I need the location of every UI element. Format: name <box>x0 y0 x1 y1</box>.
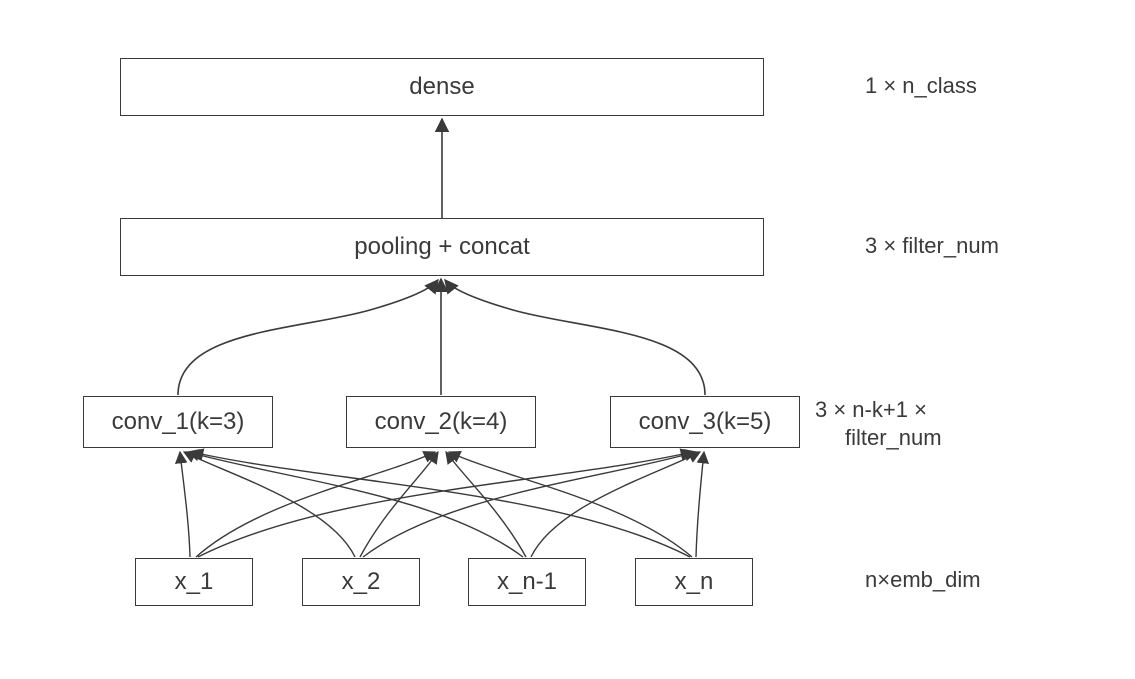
input-x1-label: x_1 <box>175 568 214 596</box>
layer-dense: dense <box>120 58 764 116</box>
annotation-pooling-dim: 3 × filter_num <box>865 232 999 260</box>
input-x2: x_2 <box>302 558 420 606</box>
layer-dense-label: dense <box>409 73 474 101</box>
layer-conv2-label: conv_2(k=4) <box>375 408 508 436</box>
layer-pooling-label: pooling + concat <box>354 233 529 261</box>
annotation-dense-dim: 1 × n_class <box>865 72 977 100</box>
diagram-stage: dense pooling + concat conv_1(k=3) conv_… <box>0 0 1135 679</box>
annotation-conv-dim-l2: filter_num <box>845 424 942 452</box>
input-x4-label: x_n <box>675 568 714 596</box>
annotation-conv-dim-l1: 3 × n-k+1 × <box>815 396 927 424</box>
layer-conv3: conv_3(k=5) <box>610 396 800 448</box>
annotation-input-dim: n×emb_dim <box>865 566 981 594</box>
input-x2-label: x_2 <box>342 568 381 596</box>
input-x3-label: x_n-1 <box>497 568 557 596</box>
input-x1: x_1 <box>135 558 253 606</box>
input-x4: x_n <box>635 558 753 606</box>
layer-conv1: conv_1(k=3) <box>83 396 273 448</box>
layer-conv1-label: conv_1(k=3) <box>112 408 245 436</box>
layer-pooling: pooling + concat <box>120 218 764 276</box>
input-x3: x_n-1 <box>468 558 586 606</box>
layer-conv2: conv_2(k=4) <box>346 396 536 448</box>
layer-conv3-label: conv_3(k=5) <box>639 408 772 436</box>
